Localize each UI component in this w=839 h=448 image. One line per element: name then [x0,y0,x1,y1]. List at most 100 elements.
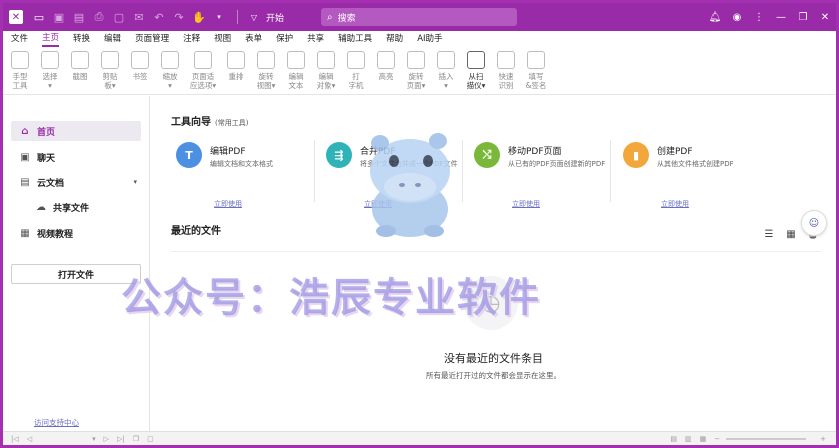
undo-icon[interactable]: ↶ [151,9,167,25]
ribbon-bookmark[interactable]: 书签 [127,47,153,94]
zoom-slider[interactable] [726,437,807,440]
insert-icon [437,51,455,69]
menu-ai-assistant[interactable]: AI助手 [417,31,442,47]
sidebar-item-label: 首页 [37,127,56,138]
ribbon-quick-ocr[interactable]: 快速 识别 [493,47,519,94]
menu-view[interactable]: 视图 [214,31,231,47]
page-dropdown-icon[interactable]: ▾ [92,435,96,443]
settings-icon[interactable]: ⋮ [748,12,770,23]
zoom-out-icon[interactable]: − [714,435,720,443]
edit-text-icon [287,51,305,69]
redo-icon[interactable]: ↷ [171,9,187,25]
ribbon-reflow[interactable]: 重排 [223,47,249,94]
ribbon-zoom[interactable]: 缩放 ▾ [157,47,183,94]
close-icon[interactable]: ✕ [814,12,836,23]
highlight-icon [377,51,395,69]
search-icon: ⌕ [327,11,333,23]
ribbon-rotate-page[interactable]: 旋转 页面▾ [403,47,429,94]
continuous-icon[interactable]: ▦ [700,435,707,443]
menu-edit[interactable]: 编辑 [104,31,121,47]
chat-icon: ▣ [20,151,30,163]
sidebar-item-chat[interactable]: ▣ 聊天 [11,147,141,167]
copy-page-icon[interactable]: ❐ [133,435,139,443]
card-move-pages[interactable]: ⤭ 移动PDF页面 从已有的PDF页面创建新的PDF 立即使用 [474,142,614,214]
restore-icon[interactable]: ❐ [792,12,814,23]
scanner-icon [467,51,485,69]
card-use-now-link[interactable]: 立即使用 [512,199,540,209]
save-as-icon[interactable]: ▤ [71,9,87,25]
ribbon-typewriter[interactable]: 打字机 [343,47,369,94]
sidebar: ⌂ 首页 ▣ 聊天 ▤ 云文档 ▾ ☁ 共享文件 ▦ 视频教程 打开文件 访问支… [3,96,150,431]
menu-bar: 文件 主页 转换 编辑 页面管理 注释 视图 表单 保护 共享 辅助工具 帮助 … [3,31,836,47]
empty-state-title: 没有最近的文件条目 [444,352,543,365]
ribbon-edit-object[interactable]: 编辑 对象▾ [313,47,339,94]
quick-access-dropdown-icon[interactable]: ▾ [211,9,227,25]
sidebar-item-shared-files[interactable]: ☁ 共享文件 [27,197,141,217]
card-title: 创建PDF [657,147,693,157]
sidebar-item-cloud-docs[interactable]: ▤ 云文档 ▾ [11,172,141,192]
zoom-in-icon[interactable]: + [820,435,826,443]
double-page-icon[interactable]: ▥ [685,435,692,443]
support-center-link[interactable]: 访问支持中心 [34,417,79,428]
clipboard-icon [101,51,119,69]
menu-convert[interactable]: 转换 [73,31,90,47]
prev-page-icon[interactable]: ◁ [27,435,32,443]
account-icon[interactable]: ◉ [726,12,748,23]
list-view-icon[interactable]: ☰ [760,226,778,242]
print-icon[interactable]: ⎙ [91,9,107,25]
ribbon-highlight[interactable]: 高亮 [373,47,399,94]
card-edit-pdf[interactable]: T 编辑PDF 编辑文档和文本格式 立即使用 [176,142,316,214]
grid-view-icon[interactable]: ▦ [782,226,800,242]
menu-accessibility[interactable]: 辅助工具 [338,31,372,47]
ribbon-edit-text[interactable]: 编辑 文本 [283,47,309,94]
bookmark-icon [131,51,149,69]
ribbon-insert[interactable]: 插入 ▾ [433,47,459,94]
menu-file[interactable]: 文件 [11,31,28,47]
ribbon-hand-tool[interactable]: 手型 工具 [7,47,33,94]
cloud-doc-icon: ▤ [20,176,30,188]
menu-form[interactable]: 表单 [245,31,262,47]
ribbon-fill-sign[interactable]: 填写 &签名 [523,47,549,94]
menu-help[interactable]: 帮助 [386,31,403,47]
menu-protect[interactable]: 保护 [276,31,293,47]
assistant-float-button[interactable]: ☺ [801,210,827,236]
recent-files-title: 最近的文件 [171,226,221,237]
chevron-down-icon[interactable]: ▾ [133,178,137,186]
mail-icon[interactable]: ✉ [131,9,147,25]
ribbon-clipboard[interactable]: 剪贴 板▾ [97,47,123,94]
sidebar-item-label: 视频教程 [37,229,74,240]
title-bar: ✕ ▭ ▣ ▤ ⎙ ▢ ✉ ↶ ↷ ✋ ▾ ▽ 开始 ⌕ 搜索 🔔︎ ◉ ⋮ —… [3,3,836,31]
menu-home[interactable]: 主页 [42,32,60,47]
empty-state-desc: 所有最近打开过的文件都会显示在这里。 [426,371,561,380]
create-pdf-icon: ▮ [623,142,649,168]
last-page-icon[interactable]: ▷| [117,435,125,443]
first-page-icon[interactable]: |◁ [11,435,19,443]
menu-share[interactable]: 共享 [307,31,324,47]
ribbon-select[interactable]: 选择 ▾ [37,47,63,94]
page-view-icon[interactable]: ▢ [147,435,154,443]
card-use-now-link[interactable]: 立即使用 [214,199,242,209]
title-separator [237,10,238,24]
hand-tool-icon[interactable]: ✋ [191,9,207,25]
sidebar-item-label: 云文档 [37,178,65,189]
open-folder-icon[interactable]: ▭ [31,9,47,25]
search-box[interactable]: ⌕ 搜索 [321,8,517,26]
next-page-icon[interactable]: ▷ [104,435,109,443]
card-create-pdf[interactable]: ▮ 创建PDF 从其他文件格式创建PDF 立即使用 [623,142,763,214]
start-button[interactable]: ▽ 开始 [246,9,284,25]
ribbon-page-fit[interactable]: 页面适 应选项▾ [187,47,219,94]
new-doc-icon[interactable]: ▢ [111,9,127,25]
ribbon-screenshot[interactable]: 截图 [67,47,93,94]
menu-page-manage[interactable]: 页面管理 [135,31,169,47]
card-use-now-link[interactable]: 立即使用 [661,199,689,209]
bell-icon[interactable]: 🔔︎ [704,12,726,23]
sidebar-item-video-tutorials[interactable]: ▦ 视频教程 [11,223,141,243]
minimize-icon[interactable]: — [770,12,792,23]
save-icon[interactable]: ▣ [51,9,67,25]
menu-comment[interactable]: 注释 [183,31,200,47]
ribbon-rotate-view[interactable]: 旋转 视图▾ [253,47,279,94]
zoom-icon [161,51,179,69]
ribbon-from-scanner[interactable]: 从扫 描仪▾ [463,47,489,94]
sidebar-item-home[interactable]: ⌂ 首页 [11,121,141,141]
single-page-icon[interactable]: ▤ [670,435,677,443]
